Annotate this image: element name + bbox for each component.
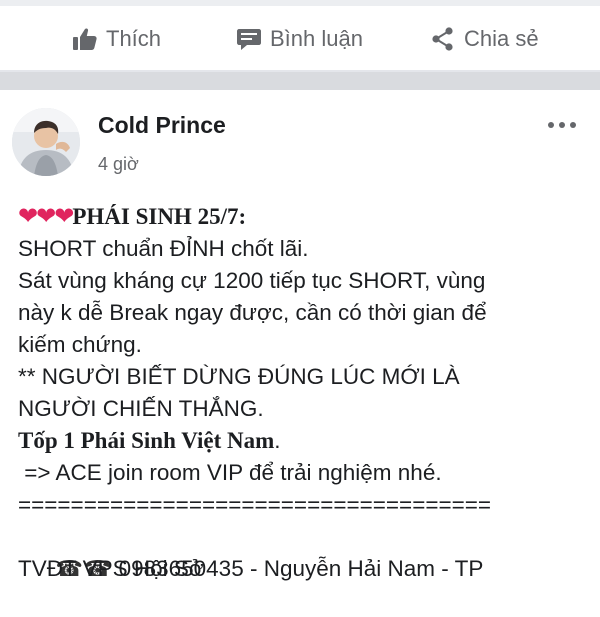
more-options-icon[interactable] xyxy=(546,120,578,130)
share-icon xyxy=(430,26,456,52)
post-timestamp[interactable]: 4 giờ xyxy=(98,154,139,175)
post-line: Tốp 1 Phái Sinh Việt Nam. xyxy=(18,425,588,457)
heart-icon: ❤❤❤ xyxy=(18,203,74,230)
dot xyxy=(548,122,554,128)
post-line: này k dễ Break ngay được, cần có thời gi… xyxy=(18,300,487,325)
avatar-photo xyxy=(12,108,80,176)
top-divider xyxy=(0,0,600,6)
dot xyxy=(559,122,565,128)
post-line: => ACE join room VIP để trải nghiệm nhé. xyxy=(18,460,442,485)
post-line: NGƯỜI CHIẾN THẮNG. xyxy=(18,396,264,421)
post-heading: PHÁI SINH 25/7: xyxy=(72,204,247,229)
share-button[interactable]: Chia sẻ xyxy=(430,22,539,56)
post-line: SHORT chuẩn ĐỈNH chốt lãi. xyxy=(18,236,309,261)
post-divider-line: ==================================== xyxy=(18,492,492,517)
comment-label: Bình luận xyxy=(270,26,363,51)
post-body: ❤❤❤PHÁI SINH 25/7: SHORT chuẩn ĐỈNH chốt… xyxy=(18,201,588,585)
avatar[interactable] xyxy=(12,108,80,176)
post-line: ** NGƯỜI BIẾT DỪNG ĐÚNG LÚC MỚI LÀ xyxy=(18,364,460,389)
share-label: Chia sẻ xyxy=(464,26,539,51)
comment-icon xyxy=(236,26,262,52)
like-button[interactable]: Thích xyxy=(72,22,161,56)
post-line: ❤❤❤PHÁI SINH 25/7: xyxy=(18,201,588,233)
dot xyxy=(570,122,576,128)
like-label: Thích xyxy=(106,26,162,51)
post-line: kiếm chứng. xyxy=(18,332,142,357)
post-line: ☎☎ 0983650435 - Nguyễn Hải Nam - TP xyxy=(18,521,588,581)
feed-separator xyxy=(0,72,600,90)
post-line: Sát vùng kháng cự 1200 tiếp tục SHORT, v… xyxy=(18,268,486,293)
post-card: Cold Prince 4 giờ ❤❤❤PHÁI SINH 25/7: SHO… xyxy=(0,90,600,600)
post-text-suffix: . xyxy=(274,428,281,453)
post-author-name[interactable]: Cold Prince xyxy=(98,112,226,139)
post-bold-text: Tốp 1 Phái Sinh Việt Nam xyxy=(18,428,275,453)
thumbs-up-icon xyxy=(72,26,98,52)
post-action-bar: Thích Bình luận Chia sẻ xyxy=(0,0,600,72)
comment-button[interactable]: Bình luận xyxy=(236,22,363,56)
